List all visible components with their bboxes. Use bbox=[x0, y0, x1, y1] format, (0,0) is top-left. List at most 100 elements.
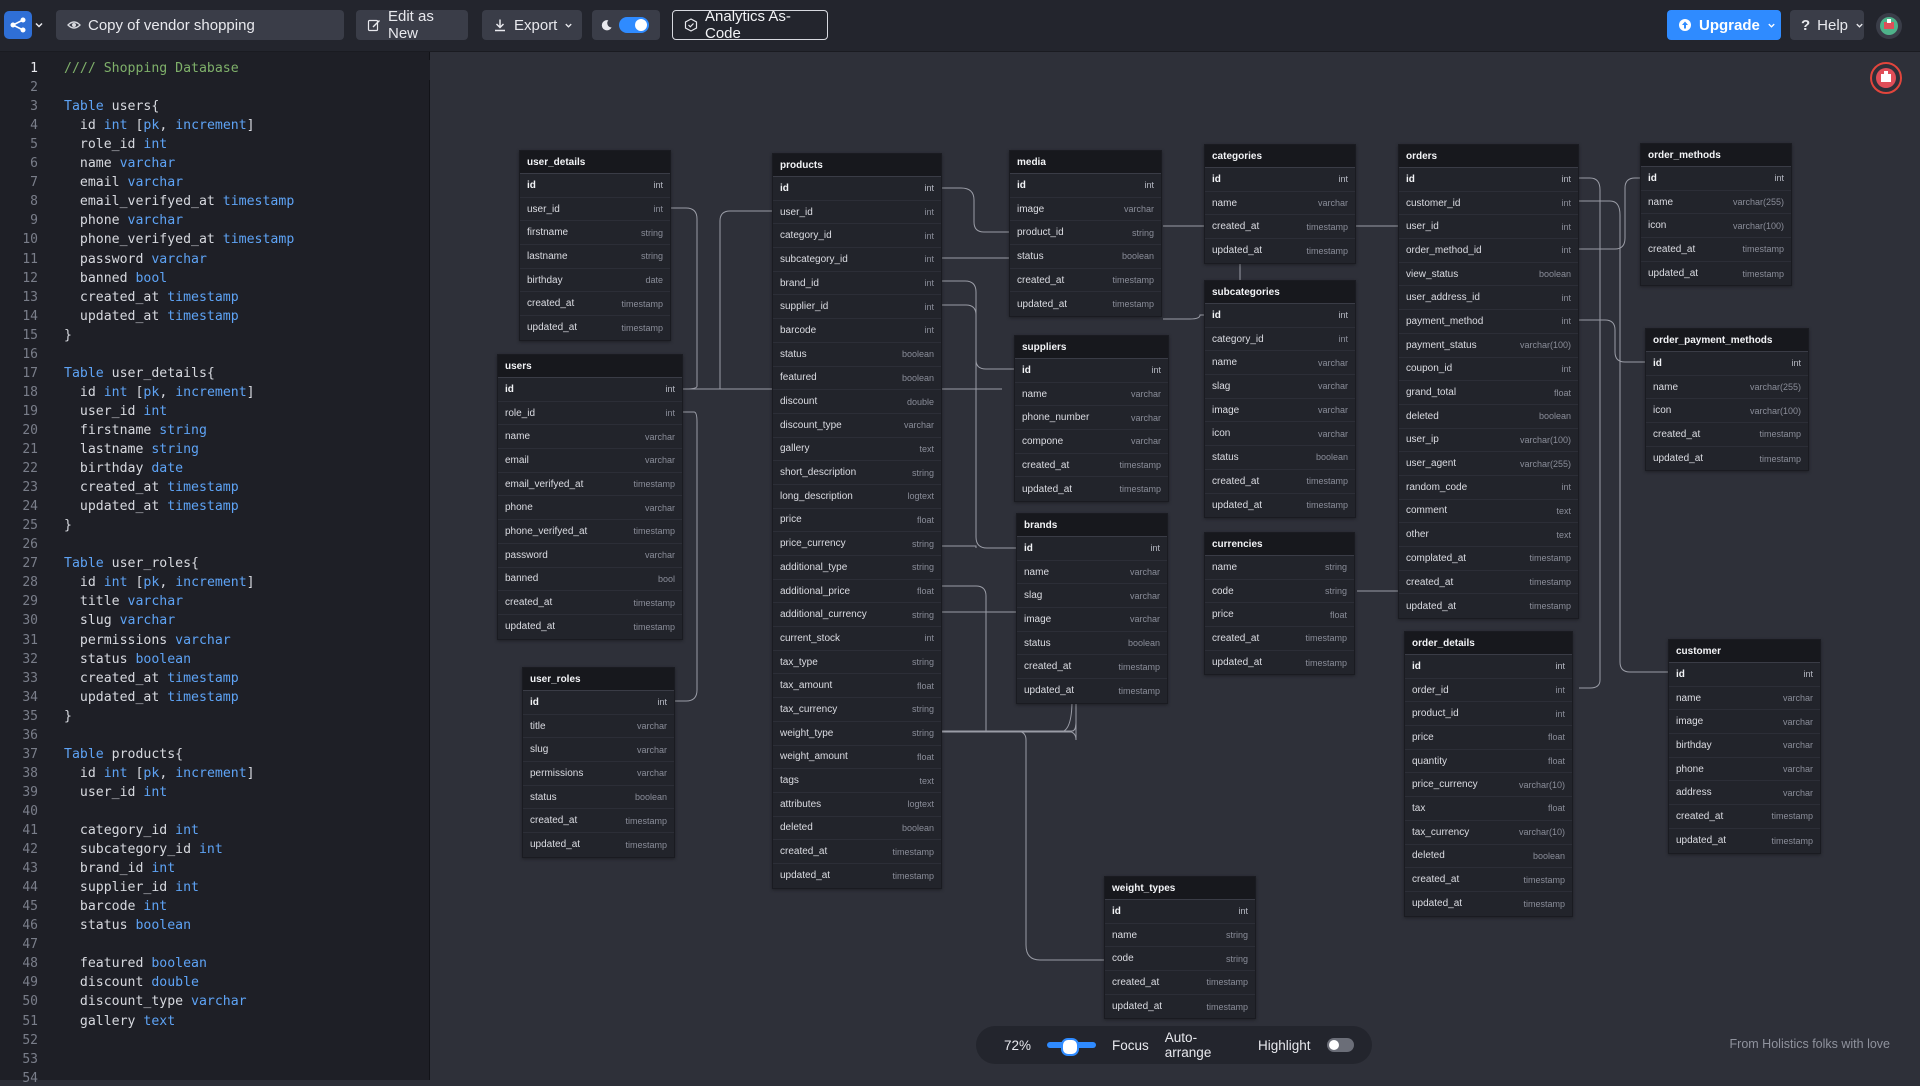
table-order-payment-methods[interactable]: order_payment_methods id int name varchar(25… bbox=[1645, 328, 1809, 472]
table-column-row[interactable]: created_at timestamp bbox=[1205, 627, 1354, 651]
table-column-row[interactable]: password varchar bbox=[498, 544, 682, 568]
table-header[interactable]: user_details bbox=[520, 151, 670, 174]
table-column-row[interactable]: created_at timestamp bbox=[1641, 238, 1791, 262]
table-column-row[interactable]: created_at timestamp bbox=[520, 292, 670, 317]
table-column-row[interactable]: subcategory_id int bbox=[773, 248, 941, 272]
table-header[interactable]: brands bbox=[1017, 514, 1167, 537]
table-header[interactable]: categories bbox=[1205, 145, 1355, 168]
table-column-row[interactable]: user_id int bbox=[520, 198, 670, 222]
table-column-row[interactable]: grand_total float bbox=[1399, 381, 1578, 405]
table-order-methods[interactable]: order_methods id int name varchar(255) icon va… bbox=[1640, 143, 1792, 287]
table-column-row[interactable]: created_at timestamp bbox=[1105, 971, 1255, 995]
table-column-row[interactable]: deleted boolean bbox=[1405, 845, 1572, 869]
table-subcategories[interactable]: subcategories id int category_id int name varc… bbox=[1204, 280, 1356, 519]
editor-scrollbar[interactable] bbox=[413, 52, 430, 1080]
table-column-row[interactable]: tags text bbox=[773, 769, 941, 793]
auto-arrange-button[interactable]: Auto-arrange bbox=[1165, 1030, 1242, 1060]
table-column-row[interactable]: name varchar(255) bbox=[1646, 376, 1808, 400]
table-column-row[interactable]: featured boolean bbox=[773, 367, 941, 391]
table-column-row[interactable]: updated_at timestamp bbox=[773, 864, 941, 888]
table-customer[interactable]: customer id int name varchar image varchar birt… bbox=[1668, 639, 1821, 854]
table-column-row[interactable]: payment_status varchar(100) bbox=[1399, 334, 1578, 358]
table-column-row[interactable]: id int bbox=[1399, 168, 1578, 192]
table-column-row[interactable]: updated_at timestamp bbox=[520, 316, 670, 340]
table-user-details[interactable]: user_details id int user_id int firstname stri… bbox=[519, 150, 671, 341]
table-column-row[interactable]: banned bool bbox=[498, 568, 682, 592]
table-column-row[interactable]: price_currency string bbox=[773, 532, 941, 556]
table-header[interactable]: products bbox=[773, 154, 941, 177]
table-column-row[interactable]: tax_type string bbox=[773, 651, 941, 675]
table-column-row[interactable]: created_at timestamp bbox=[1646, 423, 1808, 447]
table-column-row[interactable]: payment_method int bbox=[1399, 310, 1578, 334]
table-column-row[interactable]: price float bbox=[773, 509, 941, 533]
table-column-row[interactable]: user_agent varchar(255) bbox=[1399, 452, 1578, 476]
table-column-row[interactable]: firstname string bbox=[520, 221, 670, 246]
table-column-row[interactable]: additional_type string bbox=[773, 556, 941, 580]
table-column-row[interactable]: updated_at timestamp bbox=[1405, 892, 1572, 916]
table-column-row[interactable]: id int bbox=[1205, 304, 1355, 328]
table-column-row[interactable]: user_address_id int bbox=[1399, 286, 1578, 311]
table-column-row[interactable]: tax_currency string bbox=[773, 698, 941, 722]
table-column-row[interactable]: updated_at timestamp bbox=[1669, 829, 1820, 853]
document-name-field[interactable]: Copy of vendor shopping bbox=[56, 10, 344, 40]
table-column-row[interactable]: user_id int bbox=[1399, 215, 1578, 240]
table-column-row[interactable]: updated_at timestamp bbox=[1010, 292, 1161, 316]
table-weight-types[interactable]: weight_types id int name string code string cre… bbox=[1104, 876, 1256, 1020]
table-header[interactable]: currencies bbox=[1205, 533, 1354, 556]
table-header[interactable]: media bbox=[1010, 151, 1161, 174]
table-column-row[interactable]: email varchar bbox=[498, 449, 682, 473]
table-column-row[interactable]: deleted boolean bbox=[773, 817, 941, 841]
table-column-row[interactable]: order_method_id int bbox=[1399, 239, 1578, 263]
table-column-row[interactable]: compone varchar bbox=[1015, 430, 1168, 454]
table-header[interactable]: suppliers bbox=[1015, 336, 1168, 359]
table-column-row[interactable]: id int bbox=[1405, 655, 1572, 679]
highlight-toggle[interactable] bbox=[1326, 1038, 1354, 1052]
table-column-row[interactable]: image varchar bbox=[1017, 608, 1167, 632]
table-column-row[interactable]: birthday date bbox=[520, 269, 670, 293]
table-column-row[interactable]: price float bbox=[1405, 726, 1572, 750]
table-column-row[interactable]: comment text bbox=[1399, 500, 1578, 524]
table-products[interactable]: products id int user_id int category_id int sub… bbox=[772, 153, 942, 889]
table-column-row[interactable]: created_at timestamp bbox=[1010, 269, 1161, 293]
table-column-row[interactable]: status boolean bbox=[1205, 446, 1355, 470]
table-column-row[interactable]: other text bbox=[1399, 523, 1578, 547]
table-column-row[interactable]: deleted boolean bbox=[1399, 405, 1578, 429]
table-column-row[interactable]: user_ip varchar(100) bbox=[1399, 429, 1578, 453]
table-column-row[interactable]: name varchar bbox=[498, 425, 682, 450]
table-column-row[interactable]: created_at timestamp bbox=[1205, 215, 1355, 240]
code-editor[interactable]: 1 2 3 4 5 6 7 8 9 10 11 12 13 14 15 16 17 18 19 20 21 22 23 24 2… bbox=[0, 52, 430, 1086]
table-column-row[interactable]: short_description string bbox=[773, 461, 941, 485]
theme-switch[interactable] bbox=[619, 17, 649, 33]
table-column-row[interactable]: barcode int bbox=[773, 319, 941, 343]
table-column-row[interactable]: attributes logtext bbox=[773, 793, 941, 817]
table-column-row[interactable]: id int bbox=[1015, 359, 1168, 383]
table-column-row[interactable]: image varchar bbox=[1010, 198, 1161, 222]
zoom-slider[interactable] bbox=[1047, 1038, 1097, 1056]
table-column-row[interactable]: code string bbox=[1105, 947, 1255, 972]
table-column-row[interactable]: customer_id int bbox=[1399, 192, 1578, 216]
table-column-row[interactable]: role_id int bbox=[498, 402, 682, 426]
table-column-row[interactable]: phone varchar bbox=[498, 496, 682, 521]
table-column-row[interactable]: slag varchar bbox=[1205, 375, 1355, 399]
table-column-row[interactable]: long_description logtext bbox=[773, 485, 941, 509]
table-column-row[interactable]: slag varchar bbox=[1017, 584, 1167, 609]
table-column-row[interactable]: updated_at timestamp bbox=[1641, 262, 1791, 286]
table-column-row[interactable]: id int bbox=[773, 177, 941, 201]
table-column-row[interactable]: phone varchar bbox=[1669, 758, 1820, 782]
table-column-row[interactable]: created_at timestamp bbox=[1205, 470, 1355, 494]
table-media[interactable]: media id int image varchar product_id string st… bbox=[1009, 150, 1162, 318]
table-column-row[interactable]: supplier_id int bbox=[773, 295, 941, 320]
table-column-row[interactable]: address varchar bbox=[1669, 781, 1820, 806]
table-column-row[interactable]: status boolean bbox=[1017, 632, 1167, 656]
table-column-row[interactable]: updated_at timestamp bbox=[1646, 447, 1808, 471]
table-column-row[interactable]: name varchar bbox=[1017, 561, 1167, 585]
table-column-row[interactable]: image varchar bbox=[1669, 710, 1820, 735]
table-column-row[interactable]: updated_at timestamp bbox=[1015, 477, 1168, 501]
table-users[interactable]: users id int role_id int name varchar email varc… bbox=[497, 354, 683, 640]
table-header[interactable]: orders bbox=[1399, 145, 1578, 168]
table-column-row[interactable]: icon varchar bbox=[1205, 422, 1355, 447]
table-column-row[interactable]: icon varchar(100) bbox=[1646, 399, 1808, 424]
table-column-row[interactable]: product_id int bbox=[1405, 702, 1572, 727]
table-column-row[interactable]: created_at timestamp bbox=[523, 809, 674, 834]
table-column-row[interactable]: updated_at timestamp bbox=[1105, 995, 1255, 1019]
